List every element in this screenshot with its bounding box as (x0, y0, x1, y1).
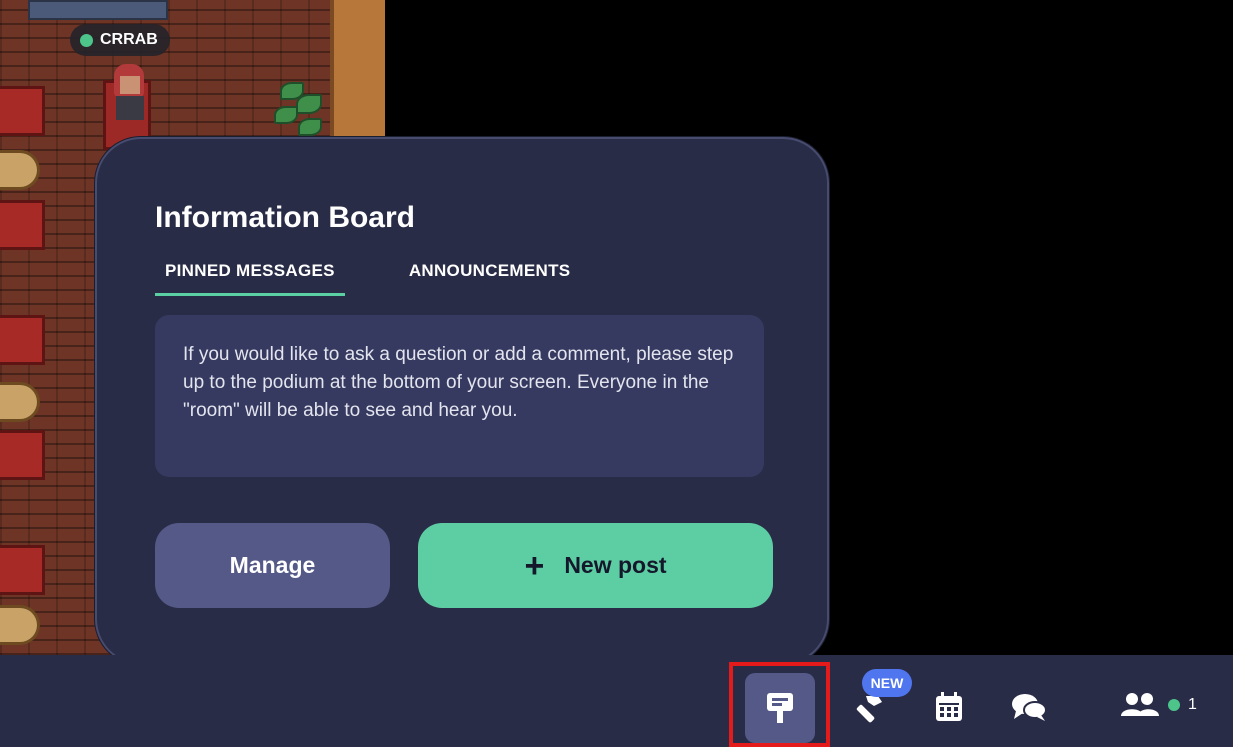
window (28, 0, 168, 20)
table (0, 150, 40, 190)
online-status-dot (80, 33, 93, 47)
chat-icon (1012, 694, 1047, 721)
participants-button[interactable]: 1 (1120, 690, 1197, 720)
tab-pinned-messages[interactable]: PINNED MESSAGES (155, 261, 345, 296)
participants-icon (1121, 693, 1159, 716)
board-tabs: PINNED MESSAGES ANNOUNCEMENTS (155, 261, 580, 296)
calendar-icon (936, 692, 962, 721)
online-count: 1 (1188, 696, 1197, 713)
chair (0, 200, 45, 250)
player-avatar[interactable] (110, 64, 150, 122)
plus-icon: + (524, 546, 545, 585)
table (0, 382, 40, 422)
manage-button[interactable]: Manage (155, 523, 390, 608)
online-dot (1168, 699, 1180, 711)
plant (270, 80, 330, 136)
chair (0, 86, 45, 136)
chair (0, 315, 45, 365)
tab-announcements[interactable]: ANNOUNCEMENTS (399, 261, 581, 296)
new-post-button[interactable]: + New post (418, 523, 773, 608)
information-board-panel: Information Board PINNED MESSAGES ANNOUN… (95, 137, 829, 665)
calendar-button[interactable] (922, 680, 976, 734)
pinned-message: If you would like to ask a question or a… (155, 315, 764, 477)
table (0, 605, 40, 645)
board-title: Information Board (155, 201, 415, 234)
selection-highlight (729, 662, 830, 747)
new-post-label: New post (564, 552, 667, 578)
new-badge: NEW (862, 669, 912, 697)
chair (0, 545, 45, 595)
player-name: CRRAB (100, 31, 158, 48)
chat-button[interactable] (1002, 680, 1056, 734)
player-name-tag: CRRAB (70, 24, 170, 56)
chair (0, 430, 45, 480)
